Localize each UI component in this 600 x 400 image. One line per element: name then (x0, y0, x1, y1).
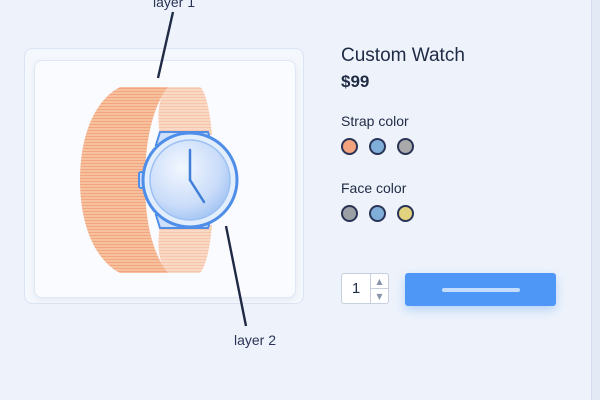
callout-line-top (156, 11, 175, 79)
face-color-swatches (341, 205, 414, 222)
chevron-down-icon[interactable]: ▼ (371, 289, 388, 303)
chevron-up-icon[interactable]: ▲ (371, 274, 388, 289)
watch-case (138, 131, 239, 229)
face-swatch-yellow[interactable] (397, 205, 414, 222)
callout-label-layer-1: layer 1 (153, 0, 196, 10)
strap-swatch-blue[interactable] (369, 138, 386, 155)
strap-color-swatches (341, 138, 414, 155)
button-label-placeholder (441, 287, 520, 292)
face-swatch-blue[interactable] (369, 205, 386, 222)
quantity-stepper: 1 ▲ ▼ (341, 273, 389, 304)
product-title: Custom Watch (341, 45, 465, 66)
face-swatch-gray[interactable] (341, 205, 358, 222)
strap-swatch-gray[interactable] (397, 138, 414, 155)
strap-color-label: Strap color (341, 113, 409, 129)
callout-label-layer-2: layer 2 (234, 332, 277, 348)
face-color-label: Face color (341, 180, 407, 196)
stepper-buttons: ▲ ▼ (370, 274, 388, 303)
product-price: $99 (341, 72, 370, 91)
add-to-cart-button[interactable] (405, 273, 556, 306)
quantity-input[interactable]: 1 (342, 274, 370, 303)
watch-illustration (80, 11, 248, 327)
strap-swatch-orange[interactable] (341, 138, 358, 155)
callout-line-bottom (224, 225, 248, 327)
